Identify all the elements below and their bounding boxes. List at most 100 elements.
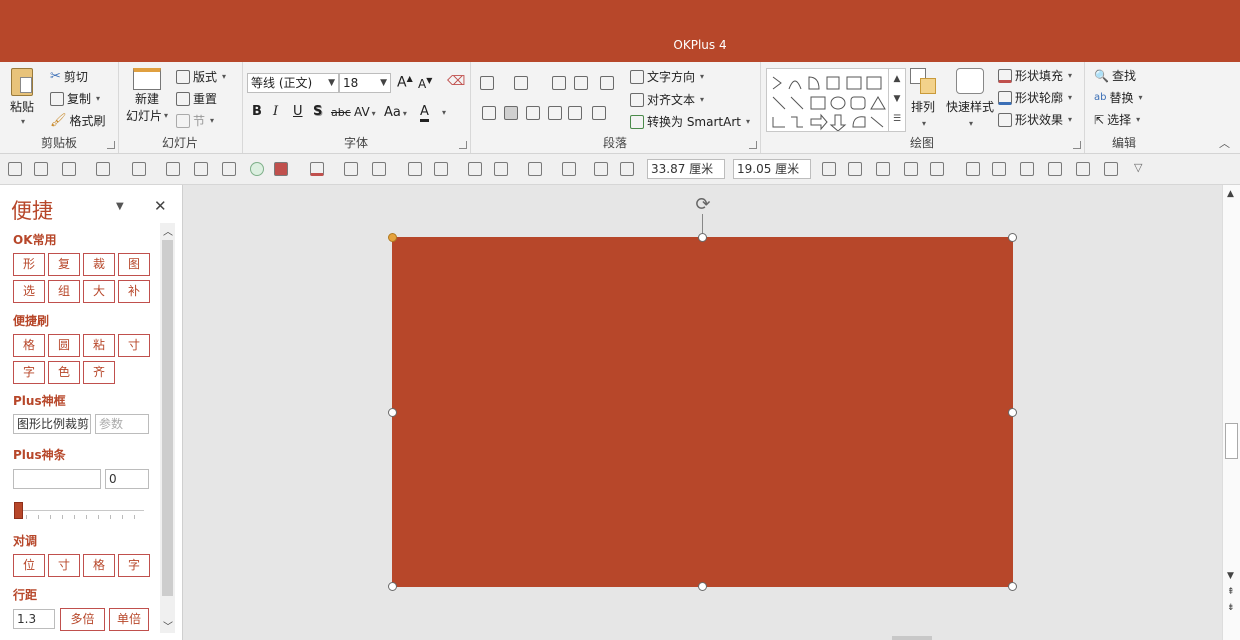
- adjust-handle[interactable]: [388, 233, 397, 242]
- grow-font-button[interactable]: A▲: [397, 74, 413, 91]
- ok-common-button-8[interactable]: 补: [118, 280, 150, 303]
- ok-common-button-5[interactable]: 选: [13, 280, 45, 303]
- ok-common-button-2[interactable]: 复: [48, 253, 80, 276]
- resize-handle-bottom-right[interactable]: [1008, 582, 1017, 591]
- reset-button[interactable]: 重置: [176, 90, 217, 107]
- more-icon[interactable]: ☰: [889, 109, 905, 129]
- brush-button-2[interactable]: 圆: [48, 334, 80, 357]
- brush-button-5[interactable]: 字: [13, 361, 45, 384]
- resize-handle-top[interactable]: [698, 233, 707, 242]
- ok-common-button-6[interactable]: 组: [48, 280, 80, 303]
- color-fill-icon[interactable]: [274, 162, 288, 176]
- pin-icon[interactable]: [8, 162, 22, 176]
- ok-common-button-1[interactable]: 形: [13, 253, 45, 276]
- align-button-2[interactable]: 寸: [48, 554, 80, 577]
- resize-handle-left[interactable]: [388, 408, 397, 417]
- drawing-launcher-icon[interactable]: [1073, 141, 1081, 149]
- align-left-icon[interactable]: [966, 162, 980, 176]
- single-spacing-button[interactable]: 单倍: [109, 608, 149, 631]
- paragraph-launcher-icon[interactable]: [749, 141, 757, 149]
- new-slide-button[interactable]: 新建 幻灯片 ▾: [126, 68, 168, 124]
- layout-icon[interactable]: [876, 162, 890, 176]
- plus-frame-param-input[interactable]: 参数: [95, 414, 149, 434]
- gallery-scroll[interactable]: ▲ ▼ ☰: [888, 69, 905, 131]
- align-right-icon[interactable]: [526, 106, 540, 120]
- close-icon[interactable]: [848, 162, 862, 176]
- plus-bar-count-input[interactable]: 0: [105, 469, 149, 489]
- underline-button[interactable]: U: [293, 104, 303, 119]
- scroll-up-icon[interactable]: ▲: [1227, 189, 1234, 199]
- chevron-down-icon[interactable]: ▼: [889, 89, 905, 109]
- plus-frame-select[interactable]: 图形比例裁剪: [13, 414, 91, 434]
- italic-button[interactable]: I: [273, 104, 278, 119]
- align-button-4[interactable]: 字: [118, 554, 150, 577]
- shape-effects-icon[interactable]: [494, 162, 508, 176]
- grid-icon[interactable]: [222, 162, 236, 176]
- previous-slide-icon[interactable]: ⇞: [1227, 587, 1235, 597]
- flip-icon[interactable]: [562, 162, 576, 176]
- ok-common-button-3[interactable]: 裁: [83, 253, 115, 276]
- convert-smartart-button[interactable]: 转换为 SmartArt ▾: [630, 113, 750, 130]
- panel-scrollbar[interactable]: ︿ ﹀: [160, 223, 175, 633]
- distribute-icon[interactable]: [1020, 162, 1034, 176]
- align-button-3[interactable]: 格: [83, 554, 115, 577]
- text-box-icon[interactable]: [62, 162, 76, 176]
- horizontal-scroll-thumb[interactable]: [892, 636, 932, 640]
- width-input[interactable]: 33.87 厘米: [647, 159, 725, 179]
- ok-common-button-4[interactable]: 图: [118, 253, 150, 276]
- scroll-up-icon[interactable]: ︿: [163, 223, 173, 238]
- text-direction-button[interactable]: 文字方向 ▾: [630, 68, 704, 85]
- picture-icon[interactable]: [194, 162, 208, 176]
- arrange-button[interactable]: 排列 ▾: [910, 68, 936, 128]
- chevron-up-icon[interactable]: ▲: [889, 69, 905, 89]
- rotate-handle-icon[interactable]: ⟳: [692, 194, 714, 216]
- align-bottom-icon[interactable]: [1104, 162, 1118, 176]
- resize-handle-top-right[interactable]: [1008, 233, 1017, 242]
- font-color-dropdown-icon[interactable]: ▾: [442, 108, 446, 117]
- brush-button-3[interactable]: 粘: [83, 334, 115, 357]
- align-center-icon[interactable]: [1048, 162, 1062, 176]
- shrink-font-button[interactable]: A▼: [418, 76, 432, 91]
- crop-icon[interactable]: [96, 162, 110, 176]
- overflow-icon[interactable]: ▽: [1134, 161, 1142, 174]
- editor-scroll-thumb[interactable]: [1225, 423, 1238, 459]
- align-top-icon[interactable]: [1076, 162, 1090, 176]
- justify-icon[interactable]: [548, 106, 562, 120]
- change-case-button[interactable]: Aa ▾: [384, 105, 407, 120]
- copy-icon[interactable]: [594, 162, 608, 176]
- panel-scroll-thumb[interactable]: [162, 240, 173, 596]
- line-spacing-icon[interactable]: [600, 76, 614, 90]
- brush-button-1[interactable]: 格: [13, 334, 45, 357]
- shape-outline-button[interactable]: 形状轮廓 ▾: [998, 89, 1072, 106]
- brush-button-6[interactable]: 色: [48, 361, 80, 384]
- fill-bucket-icon[interactable]: [310, 162, 324, 176]
- bullets-icon[interactable]: [480, 76, 494, 90]
- font-size-select[interactable]: 18 ▼: [339, 73, 391, 93]
- shapes-gallery[interactable]: ▲ ▼ ☰: [766, 68, 906, 132]
- char-spacing-button[interactable]: AV ▾: [354, 105, 376, 119]
- collapse-ribbon-icon[interactable]: ︿: [1219, 135, 1230, 151]
- shape-fill-button[interactable]: 形状填充 ▾: [998, 67, 1072, 84]
- cut-button[interactable]: ✂ 剪切: [50, 68, 88, 85]
- outline-icon[interactable]: [372, 162, 386, 176]
- select-button[interactable]: ⇱ 选择 ▾: [1094, 111, 1140, 128]
- eyedropper-icon[interactable]: [408, 162, 422, 176]
- distribute-icon[interactable]: [568, 106, 582, 120]
- brush-button-7[interactable]: 齐: [83, 361, 115, 384]
- align-right-icon[interactable]: [992, 162, 1006, 176]
- chart-icon[interactable]: [468, 162, 482, 176]
- circle-icon[interactable]: [250, 162, 264, 176]
- find-button[interactable]: 🔍 查找: [1094, 67, 1136, 84]
- scroll-down-icon[interactable]: ▼: [1227, 571, 1234, 581]
- selected-rectangle-shape[interactable]: [392, 237, 1013, 587]
- replace-button[interactable]: ab 替换 ▾: [1094, 89, 1143, 106]
- ok-common-button-7[interactable]: 大: [83, 280, 115, 303]
- copy-icon[interactable]: [620, 162, 634, 176]
- align-text-button[interactable]: 对齐文本 ▾: [630, 91, 704, 108]
- font-color-icon[interactable]: [132, 162, 146, 176]
- numbering-icon[interactable]: [514, 76, 528, 90]
- slider-thumb[interactable]: [14, 502, 23, 519]
- shadow-button[interactable]: S: [313, 104, 322, 119]
- group-icon[interactable]: [34, 162, 48, 176]
- decrease-indent-icon[interactable]: [552, 76, 566, 90]
